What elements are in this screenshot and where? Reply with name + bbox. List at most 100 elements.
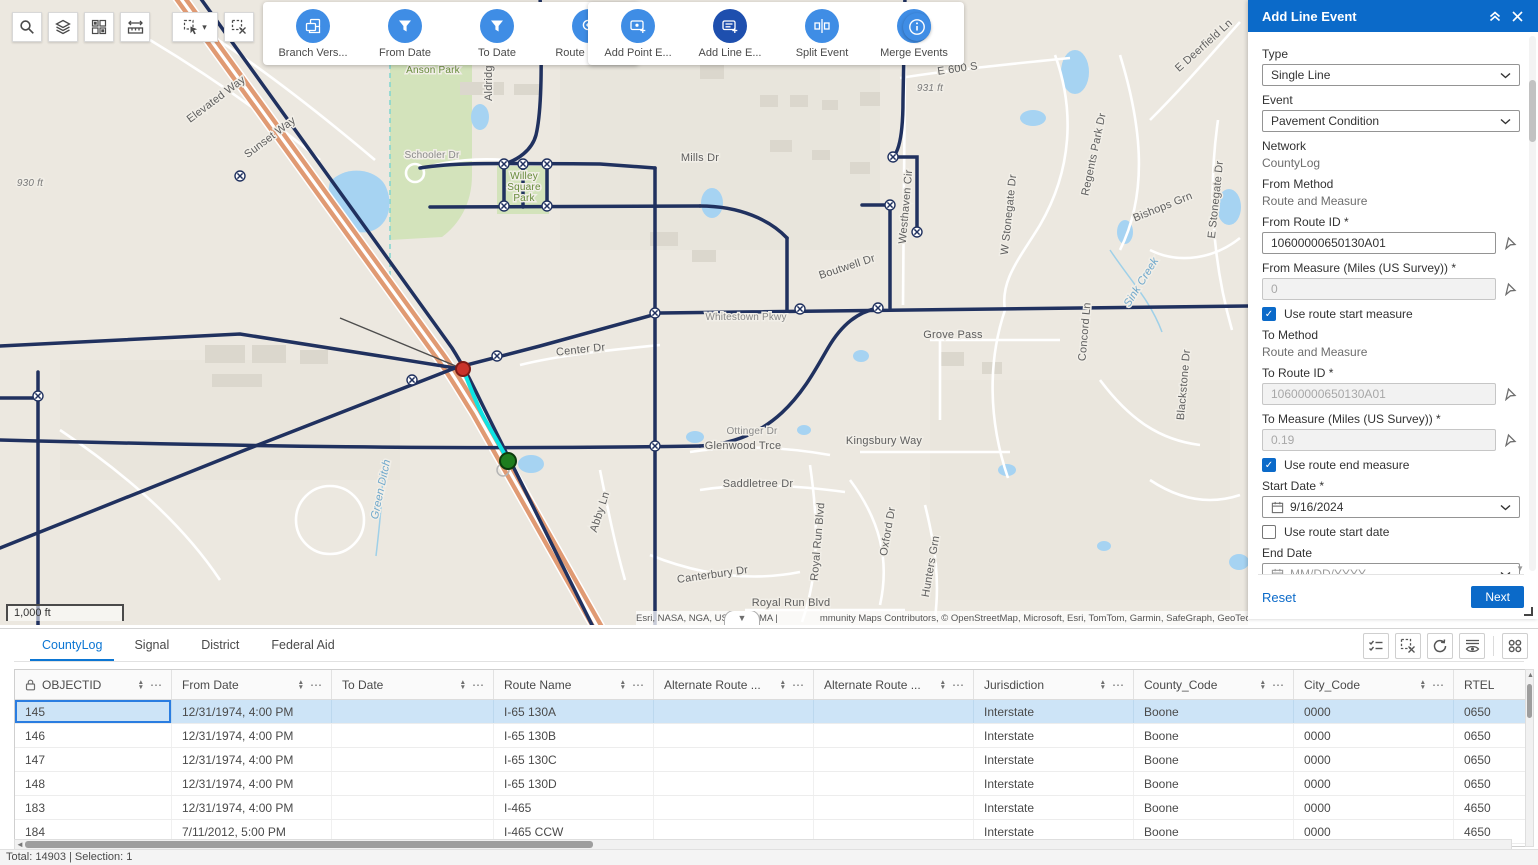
sort-icon[interactable]: ▲▼ [298, 680, 304, 690]
column-header-objectid[interactable]: OBJECTID▲▼⋯ [15, 670, 172, 699]
cell[interactable] [332, 796, 494, 819]
column-menu-icon[interactable]: ⋯ [310, 678, 323, 692]
sort-icon[interactable]: ▲▼ [1420, 680, 1426, 690]
cell[interactable]: Interstate [974, 772, 1134, 795]
cell[interactable]: 4650 [1454, 796, 1526, 819]
tab-signal[interactable]: Signal [122, 633, 181, 661]
cell[interactable] [332, 700, 494, 723]
column-header-jurisdiction[interactable]: Jurisdiction▲▼⋯ [974, 670, 1134, 699]
pick-to-measure-on-map-icon[interactable] [1500, 429, 1520, 451]
cell[interactable]: 145 [15, 700, 172, 723]
cell[interactable]: Boone [1134, 796, 1294, 819]
cell[interactable]: 0000 [1294, 700, 1454, 723]
pick-to-route-on-map-icon[interactable] [1500, 383, 1520, 405]
column-menu-icon[interactable]: ⋯ [632, 678, 645, 692]
column-header-from-date[interactable]: From Date▲▼⋯ [172, 670, 332, 699]
refresh-button[interactable] [1427, 633, 1453, 659]
column-menu-icon[interactable]: ⋯ [792, 678, 805, 692]
table-row[interactable]: 14612/31/1974, 4:00 PMI-65 130BInterstat… [15, 724, 1525, 748]
pick-from-measure-on-map-icon[interactable] [1500, 278, 1520, 300]
cell[interactable]: 183 [15, 796, 172, 819]
cell[interactable]: I-65 130A [494, 700, 654, 723]
event-select[interactable]: Pavement Condition [1262, 110, 1520, 132]
cell[interactable]: Boone [1134, 772, 1294, 795]
cell[interactable]: Interstate [974, 700, 1134, 723]
column-header-county-code[interactable]: County_Code▲▼⋯ [1134, 670, 1294, 699]
cell[interactable]: 146 [15, 724, 172, 747]
table-row[interactable]: 18312/31/1974, 4:00 PM I-465 InterstateBoo… [15, 796, 1525, 820]
toggle-fields-button[interactable] [1459, 633, 1485, 659]
reset-button[interactable]: Reset [1262, 590, 1296, 605]
clear-selection-tool-button[interactable] [224, 12, 254, 42]
panel-scrollbar[interactable] [1529, 36, 1536, 571]
sort-icon[interactable]: ▲▼ [1100, 680, 1106, 690]
sort-icon[interactable]: ▲▼ [1260, 680, 1266, 690]
type-select[interactable]: Single Line [1262, 64, 1520, 86]
cell[interactable]: I-65 130D [494, 772, 654, 795]
cell[interactable] [654, 796, 814, 819]
next-button[interactable]: Next [1471, 586, 1524, 608]
column-menu-icon[interactable]: ⋯ [1112, 678, 1125, 692]
cell[interactable]: 0000 [1294, 748, 1454, 771]
use-route-end-measure-checkbox[interactable]: ✓ [1262, 458, 1276, 472]
tab-countylog[interactable]: CountyLog [30, 633, 114, 661]
cell[interactable]: Boone [1134, 748, 1294, 771]
cell[interactable]: 0650 [1454, 700, 1526, 723]
column-header-city-code[interactable]: City_Code▲▼⋯ [1294, 670, 1454, 699]
column-header-to-date[interactable]: To Date▲▼⋯ [332, 670, 494, 699]
sort-icon[interactable]: ▲▼ [940, 680, 946, 690]
cell[interactable]: 0000 [1294, 796, 1454, 819]
sort-icon[interactable]: ▲▼ [780, 680, 786, 690]
cell[interactable]: 12/31/1974, 4:00 PM [172, 724, 332, 747]
cell[interactable]: 0650 [1454, 724, 1526, 747]
cell[interactable] [814, 772, 974, 795]
cell[interactable]: 0000 [1294, 772, 1454, 795]
column-menu-icon[interactable]: ⋯ [1432, 678, 1445, 692]
table-vertical-scrollbar[interactable]: ▲ [1525, 669, 1534, 847]
close-panel-icon[interactable] [1506, 5, 1528, 27]
split-event-button[interactable]: Split Event [788, 9, 856, 59]
cell[interactable]: 12/31/1974, 4:00 PM [172, 748, 332, 771]
cell[interactable] [814, 748, 974, 771]
search-tool-button[interactable] [12, 12, 42, 42]
pick-from-route-on-map-icon[interactable] [1500, 232, 1520, 254]
cell[interactable] [332, 724, 494, 747]
column-menu-icon[interactable]: ⋯ [150, 678, 163, 692]
panel-scrollbar-thumb[interactable] [1529, 80, 1536, 142]
table-row[interactable]: 14712/31/1974, 4:00 PMI-65 130CInterstat… [15, 748, 1525, 772]
cell[interactable] [814, 700, 974, 723]
basemap-grid-tool-button[interactable] [84, 12, 114, 42]
cell[interactable] [814, 796, 974, 819]
table-vscroll-thumb[interactable] [1527, 684, 1532, 718]
branch-versions-button[interactable]: Branch Vers... [279, 9, 347, 59]
cell[interactable]: 0650 [1454, 772, 1526, 795]
measure-tool-button[interactable] [120, 12, 150, 42]
table-hscroll-thumb[interactable] [25, 841, 593, 848]
start-date-input[interactable]: 9/16/2024 [1262, 496, 1520, 518]
sort-icon[interactable]: ▲▼ [138, 680, 144, 690]
cell[interactable]: 148 [15, 772, 172, 795]
column-header-alternate-route[interactable]: Alternate Route ...▲▼⋯ [654, 670, 814, 699]
cell[interactable] [654, 700, 814, 723]
cell[interactable]: I-465 [494, 796, 654, 819]
cell[interactable]: 147 [15, 748, 172, 771]
layers-tool-button[interactable] [48, 12, 78, 42]
cell[interactable]: 12/31/1974, 4:00 PM [172, 796, 332, 819]
table-row[interactable]: 14512/31/1974, 4:00 PM I-65 130A Interstat… [15, 700, 1525, 724]
panel-resize-handle[interactable] [1524, 607, 1533, 616]
cell[interactable]: Interstate [974, 724, 1134, 747]
tab-federal-aid[interactable]: Federal Aid [259, 633, 346, 661]
sort-icon[interactable]: ▲▼ [460, 680, 466, 690]
column-menu-icon[interactable]: ⋯ [1272, 678, 1285, 692]
cell[interactable]: 12/31/1974, 4:00 PM [172, 700, 332, 723]
to-date-filter-button[interactable]: To Date [463, 9, 531, 59]
sort-icon[interactable]: ▲▼ [620, 680, 626, 690]
dropdown-caret-icon[interactable]: ▾ [202, 22, 207, 33]
column-header-rtel[interactable]: RTEL [1454, 670, 1526, 699]
from-date-filter-button[interactable]: From Date [371, 9, 439, 59]
apps-grid-button[interactable] [1502, 633, 1528, 659]
cell[interactable]: Boone [1134, 700, 1294, 723]
cell[interactable]: Interstate [974, 796, 1134, 819]
to-measure-input[interactable]: 0.19 [1262, 429, 1496, 451]
cell[interactable]: 0000 [1294, 724, 1454, 747]
